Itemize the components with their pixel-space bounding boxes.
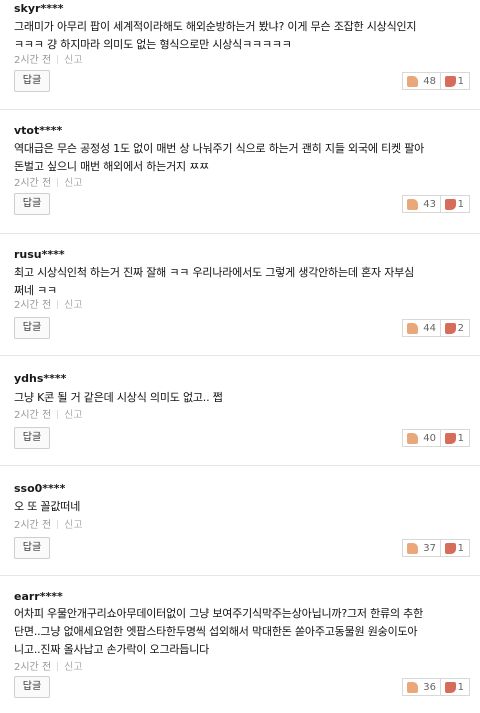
like-count: 44	[423, 323, 436, 334]
comment-text-line: 오 또 꼴값떠네	[14, 500, 81, 513]
thumbs-down-icon	[445, 682, 456, 693]
dislike-button[interactable]: 1	[440, 429, 470, 447]
reply-button[interactable]: 답글	[14, 537, 50, 559]
comment-text: 역대급은 무슨 공정성 1도 없이 매번 상 나눠주기 식으로 하는거 괜히 지…	[14, 140, 476, 176]
comment-text: 그냥 K콘 될 거 같은데 시상식 의미도 없고.. 쩝	[14, 389, 476, 407]
thumbs-up-icon	[407, 682, 418, 693]
divider	[57, 55, 59, 64]
comment-meta: 2시간 전 신고	[14, 516, 83, 531]
dislike-button[interactable]: 1	[440, 72, 470, 90]
thumbs-up-icon	[407, 323, 418, 334]
divider	[57, 300, 59, 309]
report-link[interactable]: 신고	[64, 662, 82, 673]
comment-username[interactable]: ydhs****	[14, 372, 66, 385]
like-button[interactable]: 36	[402, 678, 442, 696]
comment-text: 어차피 우물안개구리쇼아무데이터없이 그냥 보여주기식막주는상아닙니까?그저 한…	[14, 605, 476, 659]
comment-text-line: 역대급은 무슨 공정성 1도 없이 매번 상 나눠주기 식으로 하는거 괜히 지…	[14, 142, 425, 155]
comment-time: 2시간 전	[14, 662, 52, 673]
comment-divider	[0, 465, 480, 466]
dislike-count: 1	[457, 682, 464, 693]
like-button[interactable]: 43	[402, 195, 442, 213]
thumbs-up-icon	[407, 433, 418, 444]
comment-text-line: 어차피 우물안개구리쇼아무데이터없이 그냥 보여주기식막주는상아닙니까?그저 한…	[14, 607, 423, 620]
thumbs-down-icon	[445, 543, 456, 554]
comment-text-line: 돈벌고 싶으니 매번 해외에서 하는거지 ㅉㅉ	[14, 160, 210, 173]
comment-text: 그래미가 아무리 팝이 세계적이라해도 해외순방하는거 봤냐? 이게 무슨 조잡…	[14, 18, 476, 54]
comment-divider	[0, 575, 480, 576]
like-button[interactable]: 48	[402, 72, 442, 90]
divider	[57, 662, 59, 671]
thumbs-down-icon	[445, 323, 456, 334]
reply-button[interactable]: 답글	[14, 676, 50, 698]
dislike-count: 1	[457, 433, 464, 444]
comment-time: 2시간 전	[14, 520, 52, 531]
comment-meta: 2시간 전 신고	[14, 174, 83, 189]
comment-meta: 2시간 전 신고	[14, 658, 83, 673]
dislike-button[interactable]: 1	[440, 539, 470, 557]
report-link[interactable]: 신고	[64, 300, 82, 311]
dislike-button[interactable]: 1	[440, 678, 470, 696]
comment-divider	[0, 109, 480, 110]
comment-text-line: 그래미가 아무리 팝이 세계적이라해도 해외순방하는거 봤냐? 이게 무슨 조잡…	[14, 20, 417, 33]
report-link[interactable]: 신고	[64, 178, 82, 189]
divider	[57, 410, 59, 419]
comment-divider	[0, 233, 480, 234]
comment-time: 2시간 전	[14, 300, 52, 311]
comment-divider	[0, 355, 480, 356]
like-count: 43	[423, 199, 436, 210]
reply-button[interactable]: 답글	[14, 317, 50, 339]
dislike-count: 1	[457, 543, 464, 554]
dislike-count: 1	[457, 76, 464, 87]
comment-text-line: 쩌네 ㅋㅋ	[14, 284, 57, 297]
comment-text-line: 최고 시상식인척 하는거 진짜 잘해 ㅋㅋ 우리나라에서도 그렇게 생각안하는데…	[14, 266, 415, 279]
thumbs-up-icon	[407, 199, 418, 210]
thumbs-down-icon	[445, 199, 456, 210]
comment-username[interactable]: vtot****	[14, 124, 62, 137]
dislike-button[interactable]: 2	[440, 319, 470, 337]
like-button[interactable]: 40	[402, 429, 442, 447]
comment-text: 최고 시상식인척 하는거 진짜 잘해 ㅋㅋ 우리나라에서도 그렇게 생각안하는데…	[14, 264, 476, 300]
like-count: 37	[423, 543, 436, 554]
comment-text-line: ㅋㅋㅋ 걍 하지마라 의미도 없는 형식으로만 시상식ㅋㅋㅋㅋㅋ	[14, 38, 292, 51]
thumbs-down-icon	[445, 433, 456, 444]
comment-time: 2시간 전	[14, 178, 52, 189]
like-count: 48	[423, 76, 436, 87]
divider	[57, 178, 59, 187]
comment-username[interactable]: sso0****	[14, 482, 65, 495]
comment-username[interactable]: earr****	[14, 590, 63, 603]
comment-time: 2시간 전	[14, 410, 52, 421]
like-count: 36	[423, 682, 436, 693]
like-button[interactable]: 37	[402, 539, 442, 557]
comment-meta: 2시간 전 신고	[14, 296, 83, 311]
like-button[interactable]: 44	[402, 319, 442, 337]
comment-text-line: 니고..진짜 올사납고 손가락이 오그라듭니다	[14, 643, 210, 656]
dislike-button[interactable]: 1	[440, 195, 470, 213]
dislike-count: 2	[457, 323, 464, 334]
comment-text: 오 또 꼴값떠네	[14, 498, 476, 516]
divider	[57, 520, 59, 529]
reply-button[interactable]: 답글	[14, 193, 50, 215]
report-link[interactable]: 신고	[64, 55, 82, 66]
reply-button[interactable]: 답글	[14, 427, 50, 449]
thumbs-up-icon	[407, 76, 418, 87]
report-link[interactable]: 신고	[64, 410, 82, 421]
comment-username[interactable]: skyr****	[14, 2, 63, 15]
dislike-count: 1	[457, 199, 464, 210]
comment-meta: 2시간 전 신고	[14, 406, 83, 421]
report-link[interactable]: 신고	[64, 520, 82, 531]
comment-time: 2시간 전	[14, 55, 52, 66]
thumbs-down-icon	[445, 76, 456, 87]
comment-meta: 2시간 전 신고	[14, 51, 83, 66]
comment-text-line: 그냥 K콘 될 거 같은데 시상식 의미도 없고.. 쩝	[14, 391, 223, 404]
thumbs-up-icon	[407, 543, 418, 554]
comment-text-line: 단면..그냥 없애세요엄한 엣팝스타한두명씩 섭외해서 막대한돈 쏟아주고동물원…	[14, 625, 418, 638]
like-count: 40	[423, 433, 436, 444]
comment-username[interactable]: rusu****	[14, 248, 65, 261]
reply-button[interactable]: 답글	[14, 70, 50, 92]
